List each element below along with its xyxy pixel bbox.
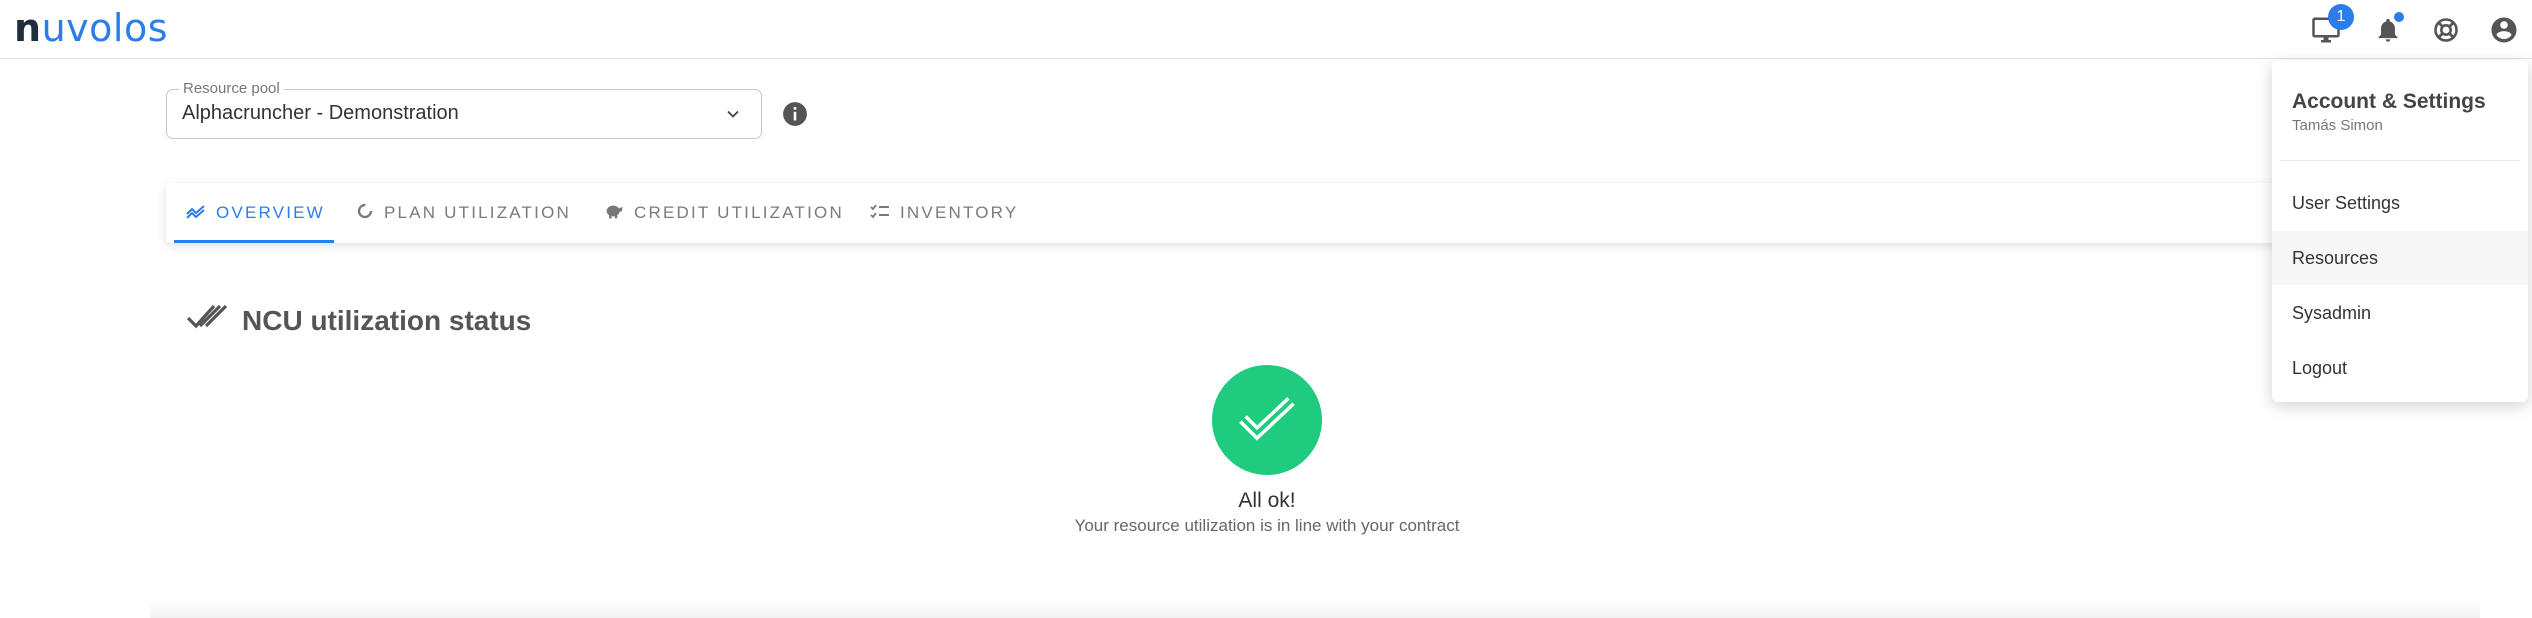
status-ok-message: Your resource utilization is in line wit…	[1074, 516, 1460, 535]
account-menu-user: Tamás Simon	[2292, 117, 2383, 134]
menu-item-sysadmin[interactable]: Sysadmin	[2272, 286, 2528, 340]
tab-credit-utilization[interactable]: Credit utilization	[604, 183, 844, 243]
menu-item-user-settings[interactable]: User Settings	[2272, 176, 2528, 230]
checklist-icon	[870, 203, 890, 224]
tab-inventory[interactable]: Inventory	[870, 183, 1018, 243]
status-ok-title: All ok!	[1238, 489, 1296, 512]
nuvolos-logo[interactable]: nuvolos	[14, 6, 168, 50]
tab-label: Credit utilization	[634, 203, 844, 222]
account-circle-icon[interactable]	[2484, 10, 2524, 50]
resource-pool-label: Resource pool	[179, 80, 284, 97]
menu-divider	[2280, 160, 2520, 161]
status-heading: NCU utilization status	[186, 302, 531, 339]
desktop-icon[interactable]: 1	[2306, 4, 2354, 50]
account-menu: Account & Settings Tamás Simon User Sett…	[2272, 60, 2528, 402]
account-menu-title: Account & Settings	[2292, 90, 2486, 113]
tab-label: Plan utilization	[384, 203, 571, 222]
tab-label: Overview	[216, 203, 325, 222]
active-tab-indicator	[174, 240, 334, 243]
content-card-edge	[150, 600, 2480, 618]
bell-icon[interactable]	[2368, 10, 2408, 50]
success-check-icon	[1212, 365, 1322, 475]
resource-pool-value: Alphacruncher - Demonstration	[182, 102, 459, 124]
chevron-down-icon	[723, 104, 743, 129]
piggy-bank-icon	[604, 202, 624, 225]
resource-pool-select[interactable]: Resource pool Alphacruncher - Demonstrat…	[166, 80, 762, 139]
menu-item-resources[interactable]: Resources	[2272, 231, 2528, 285]
unread-dot	[2394, 12, 2404, 22]
notification-count-badge: 1	[2328, 4, 2354, 30]
menu-item-logout[interactable]: Logout	[2272, 341, 2528, 395]
lifebuoy-icon[interactable]	[2426, 10, 2466, 50]
info-icon[interactable]	[782, 101, 808, 132]
tab-overview[interactable]: Overview	[186, 183, 325, 243]
donut-icon	[356, 202, 374, 225]
trend-icon	[186, 203, 206, 224]
tab-label: Inventory	[900, 203, 1019, 222]
tab-bar: Overview Plan utilization Credit utiliza…	[166, 183, 2466, 243]
app-bar: nuvolos 1	[0, 0, 2532, 59]
status-title: NCU utilization status	[242, 304, 532, 336]
double-check-icon	[186, 302, 232, 339]
tab-plan-utilization[interactable]: Plan utilization	[356, 183, 571, 243]
